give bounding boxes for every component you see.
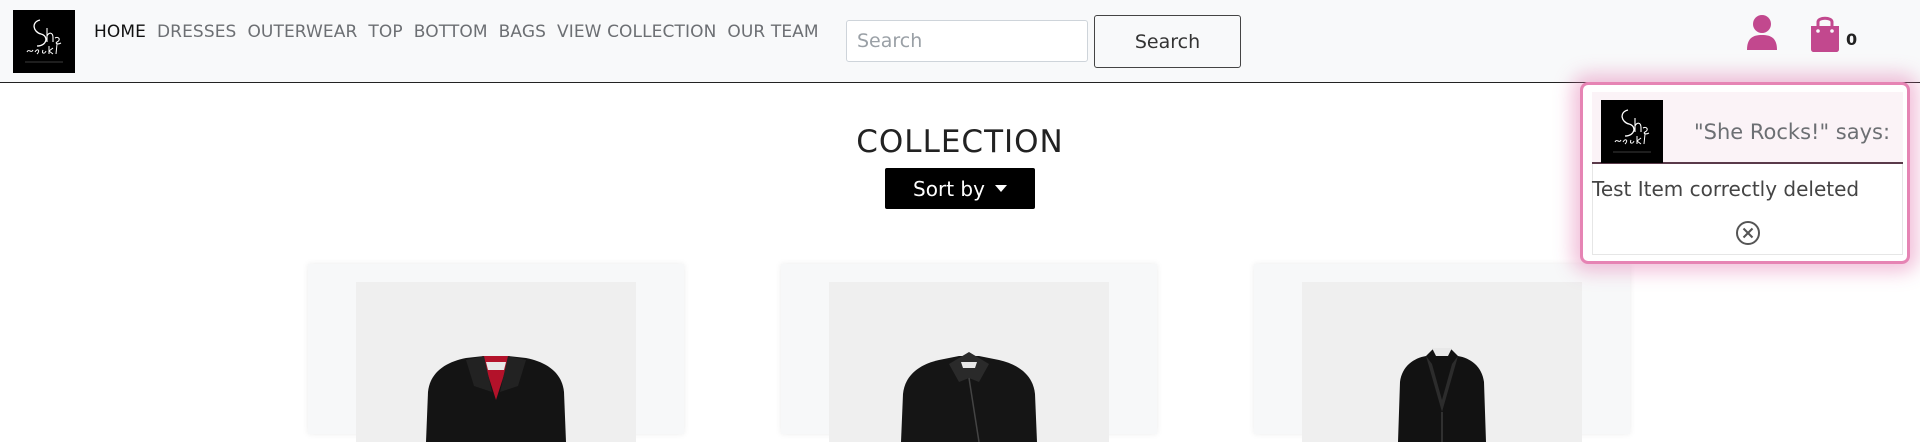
search-input[interactable] xyxy=(846,20,1088,62)
close-circle-icon[interactable] xyxy=(1735,220,1761,246)
toast-logo xyxy=(1601,100,1663,163)
search-button[interactable]: Search xyxy=(1094,15,1241,68)
product-card[interactable] xyxy=(308,264,684,442)
nav-link-dresses[interactable]: DRESSES xyxy=(157,22,236,42)
notification-toast: "She Rocks!" says: Test Item correctly d… xyxy=(1580,82,1910,264)
sort-by-dropdown[interactable]: Sort by xyxy=(885,168,1035,209)
user-icon[interactable] xyxy=(1745,14,1779,52)
toast-message: Test Item correctly deleted xyxy=(1592,177,1860,201)
nav-link-top[interactable]: TOP xyxy=(368,22,402,42)
product-image[interactable] xyxy=(1302,282,1582,442)
nav-link-view-collection[interactable]: VIEW COLLECTION xyxy=(557,22,716,42)
nav-link-home[interactable]: HOME xyxy=(94,22,146,42)
product-card[interactable] xyxy=(781,264,1157,442)
nav-link-our-team[interactable]: OUR TEAM xyxy=(727,22,818,42)
toast-header: "She Rocks!" says: xyxy=(1592,92,1903,164)
product-image[interactable] xyxy=(829,282,1109,442)
product-card[interactable] xyxy=(1254,264,1630,442)
shopping-bag-icon[interactable] xyxy=(1808,14,1842,52)
nav-link-bags[interactable]: BAGS xyxy=(499,22,546,42)
toast-title: "She Rocks!" says: xyxy=(1694,120,1891,144)
caret-down-icon xyxy=(994,185,1007,192)
product-image[interactable] xyxy=(356,282,636,442)
brand-logo[interactable] xyxy=(13,10,75,73)
sort-by-label: Sort by xyxy=(913,176,985,201)
nav-link-bottom[interactable]: BOTTOM xyxy=(414,22,488,42)
cart-count-badge: 0 xyxy=(1846,30,1858,49)
nav-link-outerwear[interactable]: OUTERWEAR xyxy=(247,22,357,42)
main-nav: HOME DRESSES OUTERWEAR TOP BOTTOM BAGS VIEW CO… xyxy=(94,22,830,42)
navbar: HOME DRESSES OUTERWEAR TOP BOTTOM BAGS VIEW CO… xyxy=(0,0,1920,83)
